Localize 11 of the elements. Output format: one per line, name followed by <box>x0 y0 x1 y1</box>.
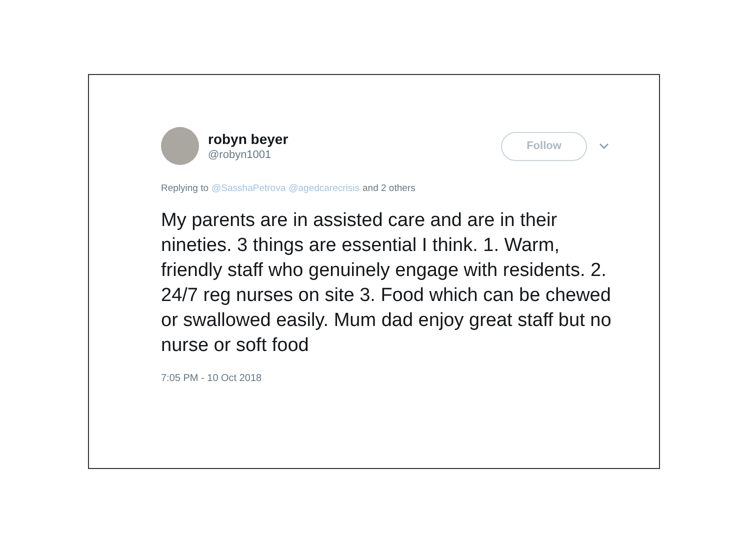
follow-button[interactable]: Follow <box>501 132 587 160</box>
mention-link[interactable]: @agedcarecrisis <box>288 182 360 196</box>
tweet-timestamp: 7:05 PM - 10 Oct 2018 <box>161 372 263 386</box>
avatar-photo-placeholder <box>161 127 199 165</box>
replying-to-label: Replying to <box>161 182 209 196</box>
chevron-down-icon[interactable] <box>599 143 609 149</box>
others-label: and 2 others <box>362 182 416 196</box>
tweet-text: My parents are in assisted care and are in their nineties. 3 things are essential I think. 1. Warm, friendly staff who genuinely engage with residents. 2. 24/7 reg nurses on site 3. Food which can be chewed or swallowed easily. Mum dad enjoy great staff but no nurse or soft food <box>161 209 612 358</box>
author-name: robyn beyer <box>208 130 288 148</box>
author-handle: @robyn1001 <box>208 148 272 162</box>
mention-link[interactable]: @SasshaPetrova <box>212 182 286 196</box>
